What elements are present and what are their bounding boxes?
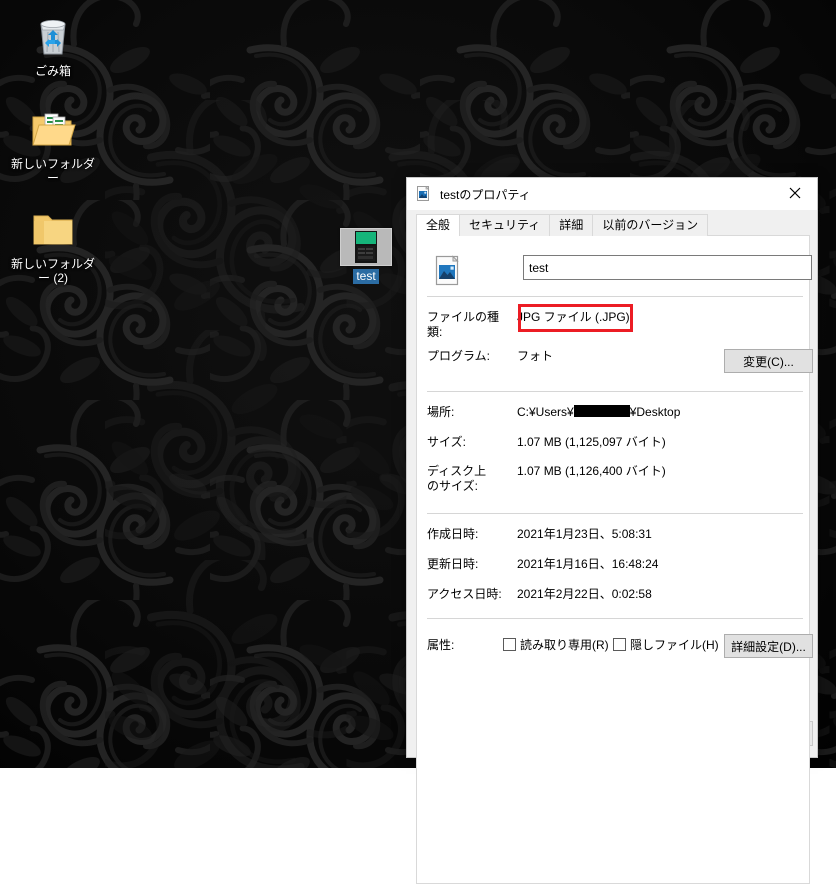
desktop-icon-new-folder-2[interactable]: 新しいフォルダー (2) xyxy=(5,205,101,285)
desktop-icon-new-folder[interactable]: 新しいフォルダー xyxy=(5,105,101,185)
field-value: フォト xyxy=(517,349,554,363)
checkbox-hidden[interactable]: 隠しファイル(H) xyxy=(613,636,719,653)
checkbox-box[interactable] xyxy=(503,638,516,651)
file-name-input[interactable] xyxy=(523,255,812,280)
separator-2 xyxy=(427,391,803,392)
separator-3 xyxy=(427,513,803,514)
dialog-title: testのプロパティ xyxy=(440,187,531,202)
field-value: 2021年1月23日、5:08:31 xyxy=(517,527,652,541)
checkbox-read-only[interactable]: 読み取り専用(R) xyxy=(503,636,609,653)
properties-dialog[interactable]: testのプロパティ 全般 セキュリティ 詳細 以前のバージョン test ファ… xyxy=(406,177,818,884)
image-file-icon xyxy=(417,186,430,201)
field-label: 更新日時: xyxy=(427,557,479,571)
desktop-icon-label: test xyxy=(353,269,379,284)
tab-previous-versions[interactable]: 以前のバージョン xyxy=(592,214,709,236)
field-label: 場所: xyxy=(427,405,455,419)
field-label: プログラム: xyxy=(427,349,490,363)
field-value: JPG ファイル (.JPG) xyxy=(517,310,630,324)
folder-open-documents-icon xyxy=(32,113,76,146)
desktop-icon-recycle-bin[interactable]: ごみ箱 xyxy=(5,12,101,78)
separator-4 xyxy=(427,618,803,619)
redaction-bar xyxy=(573,405,630,417)
checkbox-box[interactable] xyxy=(613,638,626,651)
field-value: 2021年2月22日、0:02:58 xyxy=(517,587,652,601)
image-file-icon xyxy=(435,255,459,286)
field-label: アクセス日時: xyxy=(427,587,502,601)
desktop-icon-label: 新しいフォルダー xyxy=(10,157,95,185)
recycle-bin-icon xyxy=(40,19,66,55)
dialog-titlebar[interactable]: testのプロパティ xyxy=(407,178,817,210)
change-program-button[interactable]: 変更(C)... xyxy=(724,349,813,373)
close-icon[interactable] xyxy=(772,178,817,208)
field-value: C:¥Users¥ ¥Desktop xyxy=(517,405,680,420)
folder-icon xyxy=(33,215,73,245)
checkbox-label: 読み取り専用(R) xyxy=(520,638,609,652)
field-label: ファイルの種類: xyxy=(427,310,500,339)
tab-security[interactable]: セキュリティ xyxy=(459,214,551,236)
desktop-icon-label: 新しいフォルダー (2) xyxy=(10,257,95,285)
file-name-row xyxy=(426,251,812,291)
separator-1 xyxy=(427,296,803,297)
advanced-button[interactable]: 詳細設定(D)... xyxy=(724,634,813,658)
tab-general[interactable]: 全般 xyxy=(416,214,461,236)
field-label: ディスク上 のサイズ: xyxy=(427,464,487,493)
desktop-icon-test-file[interactable]: test xyxy=(322,228,410,285)
tab-details[interactable]: 詳細 xyxy=(549,214,594,236)
field-value: 1.07 MB (1,125,097 バイト) xyxy=(517,435,666,449)
checkbox-label: 隠しファイル(H) xyxy=(630,638,719,652)
location-suffix: ¥Desktop xyxy=(629,405,681,419)
image-thumbnail-icon xyxy=(340,228,392,266)
dialog-tabs[interactable]: 全般 セキュリティ 詳細 以前のバージョン xyxy=(416,214,808,236)
field-label: 属性: xyxy=(427,638,455,652)
field-value: 2021年1月16日、16:48:24 xyxy=(517,557,659,571)
field-value: 1.07 MB (1,126,400 バイト) xyxy=(517,464,666,478)
location-prefix: C:¥Users¥ xyxy=(517,405,574,419)
desktop-icon-label: ごみ箱 xyxy=(34,64,71,78)
field-label: サイズ: xyxy=(427,435,466,449)
field-label: 作成日時: xyxy=(427,527,479,541)
general-tab-panel: ファイルの種類: JPG ファイル (.JPG) プログラム: フォト 変更(C… xyxy=(416,235,813,884)
